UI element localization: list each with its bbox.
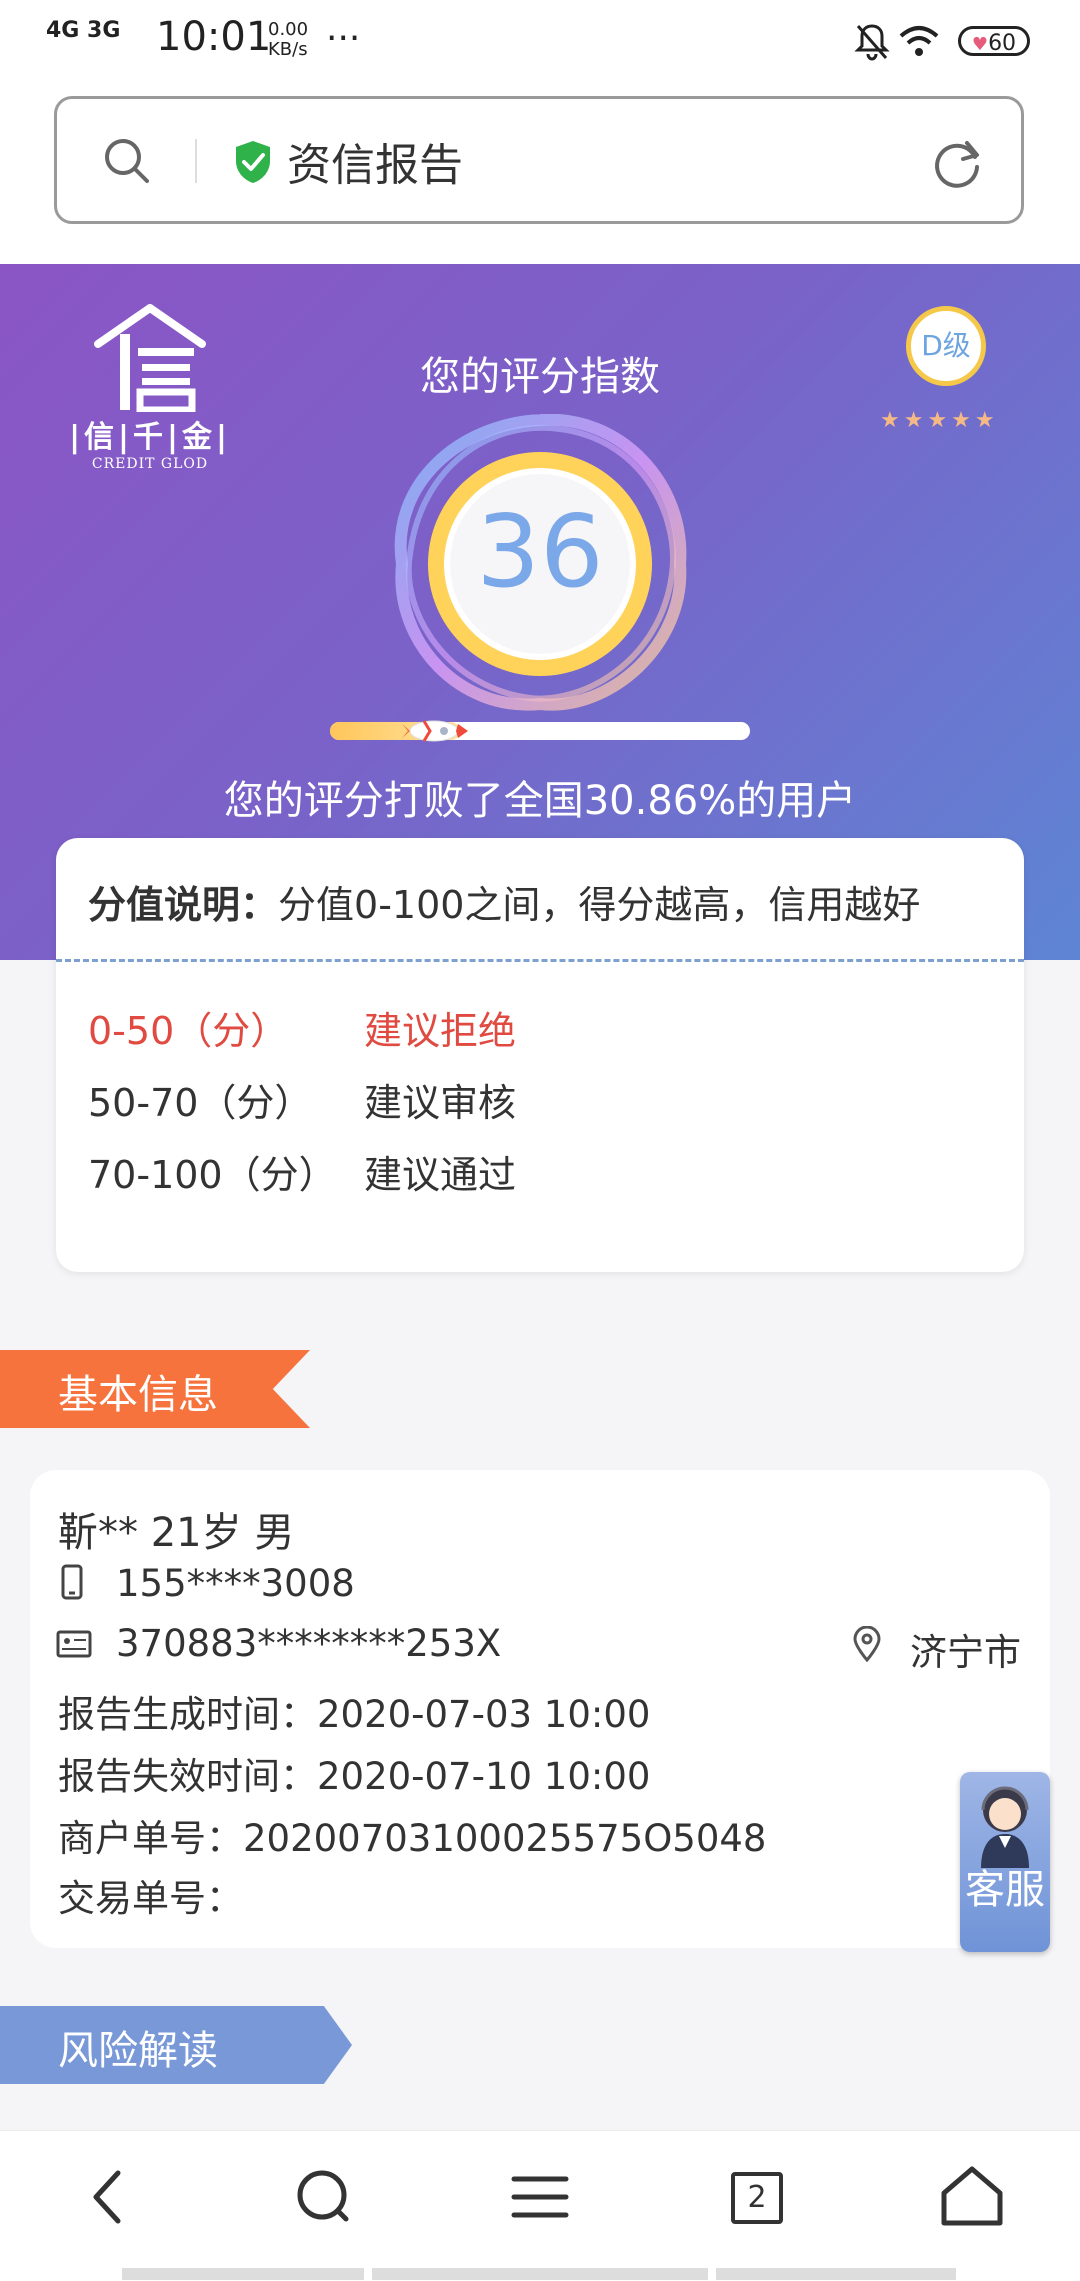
gesture-bar bbox=[372, 2268, 708, 2280]
address-bar[interactable]: 资信报告 bbox=[54, 96, 1024, 224]
wifi-icon bbox=[899, 26, 939, 56]
search-icon[interactable] bbox=[284, 2157, 364, 2237]
score-progress-bar bbox=[330, 720, 750, 742]
score-range: 0-50（分） bbox=[88, 1009, 289, 1053]
score-advice: 建议拒绝 bbox=[364, 1009, 517, 1053]
section-tag-risk: 风险解读 bbox=[0, 2006, 352, 2084]
status-time: 10:01 bbox=[156, 14, 272, 60]
network-speed: 0.00 KB/s bbox=[268, 20, 308, 60]
expire-value: 2020-07-10 10:00 bbox=[317, 1755, 651, 1798]
section-tag-basic-info: 基本信息 bbox=[0, 1350, 310, 1428]
logo-text: |信|千|金| bbox=[69, 420, 231, 455]
more-notifications-icon: ··· bbox=[326, 18, 361, 59]
trade-order-row: 交易单号： bbox=[58, 1868, 243, 1922]
bell-off-icon bbox=[854, 24, 890, 61]
report-generated-row: 报告生成时间：2020-07-03 10:00 bbox=[58, 1684, 650, 1738]
report-expire-row: 报告失效时间：2020-07-10 10:00 bbox=[58, 1746, 650, 1800]
grade-badge: D级 bbox=[906, 306, 986, 386]
tabs-count: 2 bbox=[731, 2172, 783, 2224]
phone-icon bbox=[61, 1564, 83, 1600]
explanation-label: 分值说明： bbox=[88, 883, 279, 927]
dashed-divider bbox=[56, 959, 1024, 962]
network-indicator: 4G 3G bbox=[46, 18, 121, 43]
score-range: 50-70（分） bbox=[88, 1081, 313, 1125]
merchant-order-row: 商户单号：20200703100025575O5048 bbox=[58, 1808, 766, 1862]
trade-label: 交易单号： bbox=[58, 1877, 243, 1920]
score-range: 70-100（分） bbox=[88, 1153, 337, 1197]
customer-service-label: 客服 bbox=[965, 1867, 1045, 1913]
gesture-bar bbox=[122, 2268, 364, 2280]
score-range-row: 50-70（分） 建议审核 bbox=[88, 1072, 516, 1127]
browser-bottom-nav: 2 bbox=[0, 2130, 1080, 2281]
search-icon[interactable] bbox=[101, 135, 153, 187]
status-bar: 4G 3G 10:01 0.00 KB/s ··· ♥60 bbox=[0, 0, 1080, 86]
score-explanation-card: 分值说明：分值0-100之间，得分越高，信用越好 0-50（分） 建议拒绝 50-… bbox=[56, 838, 1024, 1272]
score-value: 36 bbox=[476, 493, 604, 610]
gesture-bar bbox=[716, 2268, 956, 2280]
id-number: 370883********253X bbox=[116, 1622, 502, 1665]
section-title: 风险解读 bbox=[58, 2028, 218, 2074]
score-advice: 建议审核 bbox=[364, 1081, 517, 1125]
customer-service-button[interactable]: 客服 bbox=[960, 1772, 1050, 1952]
battery-indicator: ♥60 bbox=[958, 26, 1030, 56]
score-range-row: 0-50（分） 建议拒绝 bbox=[88, 1000, 516, 1055]
back-icon[interactable] bbox=[68, 2157, 148, 2237]
divider bbox=[195, 139, 197, 183]
speed-unit: KB/s bbox=[268, 39, 308, 60]
basic-info-card: 靳** 21岁 男 155****3008 370883********253X… bbox=[30, 1470, 1050, 1948]
tabs-button[interactable]: 2 bbox=[716, 2157, 796, 2237]
generated-value: 2020-07-03 10:00 bbox=[317, 1693, 651, 1736]
secure-shield-icon bbox=[236, 141, 270, 183]
merchant-label: 商户单号： bbox=[58, 1817, 243, 1860]
score-advice: 建议通过 bbox=[364, 1153, 517, 1197]
merchant-value: 20200703100025575O5048 bbox=[243, 1817, 767, 1860]
phone-number: 155****3008 bbox=[116, 1562, 355, 1605]
rating-stars: ★★★★★ bbox=[880, 408, 999, 433]
expire-label: 报告失效时间： bbox=[58, 1755, 317, 1798]
explanation-text: 分值0-100之间，得分越高，信用越好 bbox=[278, 883, 921, 927]
city: 济宁市 bbox=[910, 1631, 1021, 1674]
refresh-icon[interactable] bbox=[929, 135, 985, 191]
score-range-row: 70-100（分） 建议通过 bbox=[88, 1144, 516, 1199]
generated-label: 报告生成时间： bbox=[58, 1693, 317, 1736]
page-title: 资信报告 bbox=[287, 140, 463, 191]
rocket-icon bbox=[402, 720, 468, 742]
heart-icon: ♥ bbox=[971, 34, 989, 55]
home-icon[interactable] bbox=[932, 2157, 1012, 2237]
explanation-header: 分值说明：分值0-100之间，得分越高，信用越好 bbox=[88, 874, 920, 929]
battery-level: 60 bbox=[988, 31, 1017, 56]
logo-subtitle: CREDIT GLOD bbox=[91, 456, 209, 472]
section-title: 基本信息 bbox=[58, 1372, 218, 1418]
speed-value: 0.00 bbox=[268, 19, 309, 40]
id-card-icon bbox=[56, 1630, 92, 1658]
location-icon bbox=[853, 1626, 881, 1662]
menu-icon[interactable] bbox=[500, 2157, 580, 2237]
agent-avatar-icon bbox=[981, 1786, 1029, 1868]
name-age-gender: 靳** 21岁 男 bbox=[58, 1510, 295, 1556]
beat-percentage-text: 您的评分打败了全国30.86%的用户 bbox=[223, 778, 857, 824]
